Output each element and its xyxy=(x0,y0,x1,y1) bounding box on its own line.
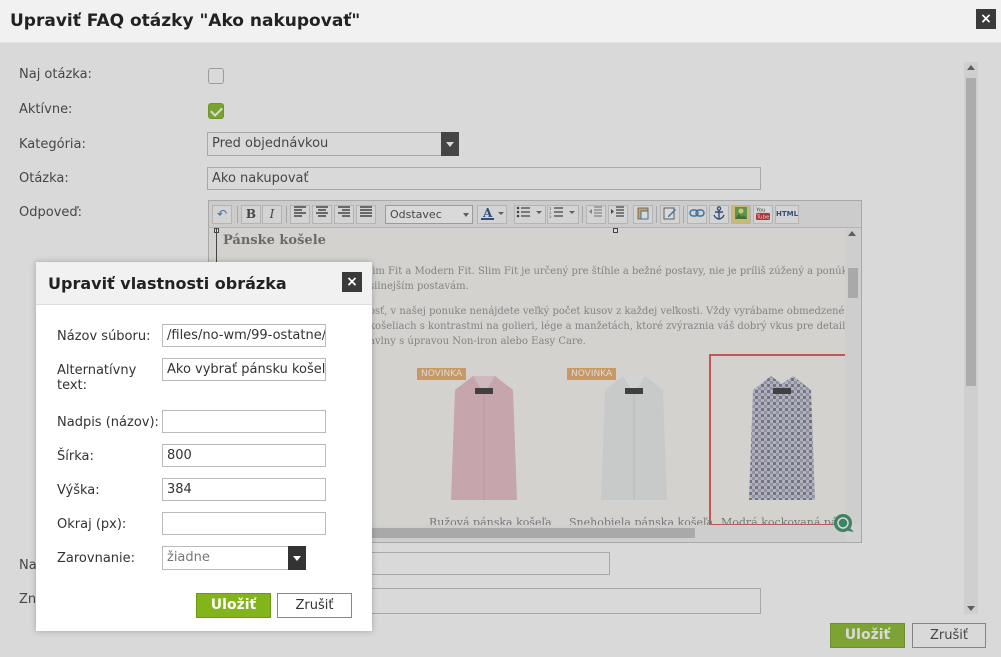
close-icon[interactable]: × xyxy=(976,9,996,29)
alt-text-label-line: text: xyxy=(57,378,88,393)
filename-label: Názov súboru: xyxy=(57,329,151,344)
filename-input[interactable]: /files/no-wm/99-ostatne/0 xyxy=(162,324,326,347)
alt-text-label: Alternatívny text: xyxy=(57,363,136,393)
height-label: Výška: xyxy=(57,483,100,498)
border-label: Okraj (px): xyxy=(57,517,127,532)
align-label: Zarovnanie: xyxy=(57,551,136,566)
image-dialog-title: Upraviť vlastnosti obrázka xyxy=(48,274,287,293)
alt-text-label-line: Alternatívny xyxy=(57,363,137,378)
caption-label: Nadpis (názov): xyxy=(57,415,159,430)
alt-text-input[interactable]: Ako vybrať pánsku košeľu xyxy=(162,358,326,381)
image-cancel-button[interactable]: Zrušiť xyxy=(277,593,352,618)
chevron-down-icon xyxy=(288,546,306,570)
image-dialog-header: Upraviť vlastnosti obrázka × xyxy=(36,262,372,305)
caption-input[interactable] xyxy=(162,410,326,433)
align-select[interactable]: žiadne xyxy=(162,546,306,570)
height-input[interactable]: 384 xyxy=(162,478,326,501)
dialog-header: Upraviť FAQ otázky "Ako nakupovať" × xyxy=(0,0,1001,43)
image-properties-dialog: Upraviť vlastnosti obrázka × Názov súbor… xyxy=(36,262,372,631)
width-input[interactable]: 800 xyxy=(162,444,326,467)
align-select-value: žiadne xyxy=(167,550,210,565)
border-input[interactable] xyxy=(162,512,326,535)
close-icon[interactable]: × xyxy=(342,272,362,292)
width-label: Šírka: xyxy=(57,449,94,464)
dialog-title: Upraviť FAQ otázky "Ako nakupovať" xyxy=(10,11,361,31)
image-save-button[interactable]: Uložiť xyxy=(196,593,271,618)
